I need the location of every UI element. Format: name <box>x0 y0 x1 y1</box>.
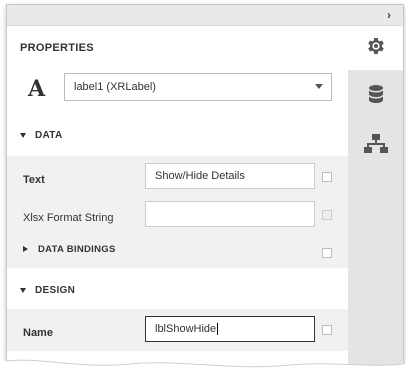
text-property-value: Show/Hide Details <box>155 170 245 182</box>
group-data-label: DATA <box>35 130 63 141</box>
panel-title: PROPERTIES <box>20 42 94 54</box>
top-bar: › <box>7 5 403 26</box>
gear-icon <box>365 35 387 62</box>
chevron-down-icon[interactable] <box>315 84 323 89</box>
xlsx-format-field[interactable] <box>145 201 315 227</box>
expand-arrow-icon[interactable] <box>20 288 26 293</box>
collapsed-arrow-icon[interactable] <box>23 246 28 252</box>
text-property-label: Text <box>23 174 45 186</box>
tab-field-list[interactable] <box>348 75 403 119</box>
name-property-checkbox[interactable] <box>322 325 332 335</box>
expand-arrow-icon[interactable] <box>20 133 26 138</box>
control-selector-value: label1 (XRLabel) <box>74 81 156 93</box>
group-design-header[interactable]: DESIGN <box>7 276 348 306</box>
text-caret <box>217 323 219 336</box>
torn-edge <box>0 359 406 385</box>
control-selector[interactable]: label1 (XRLabel) <box>64 73 332 101</box>
group-design-label: DESIGN <box>35 285 76 296</box>
name-property-label: Name <box>23 327 53 339</box>
hierarchy-icon <box>363 133 388 160</box>
data-bindings-header[interactable]: DATA BINDINGS <box>7 235 348 265</box>
name-property-value: lblShowHide <box>155 323 219 336</box>
data-bindings-label: DATA BINDINGS <box>38 244 116 255</box>
side-tab-bar <box>348 26 403 369</box>
xlsx-format-label: Xlsx Format String <box>23 212 114 224</box>
name-property-field[interactable]: lblShowHide <box>145 316 315 342</box>
properties-panel: PROPERTIES A label1 (XRLabel) DATA Text … <box>7 26 348 369</box>
xlsx-format-checkbox[interactable] <box>322 210 332 220</box>
properties-window: › PROPERTIES A label1 (XRLabel) DATA Tex… <box>6 4 404 370</box>
collapse-panel-button[interactable]: › <box>387 8 391 22</box>
text-property-field[interactable]: Show/Hide Details <box>145 163 315 189</box>
tab-properties[interactable] <box>348 26 403 70</box>
data-bindings-checkbox[interactable] <box>322 248 332 258</box>
database-icon <box>367 84 385 111</box>
text-property-checkbox[interactable] <box>322 172 332 182</box>
font-icon: A <box>28 76 46 102</box>
group-data-header[interactable]: DATA <box>7 121 348 151</box>
tab-report-explorer[interactable] <box>348 124 403 168</box>
